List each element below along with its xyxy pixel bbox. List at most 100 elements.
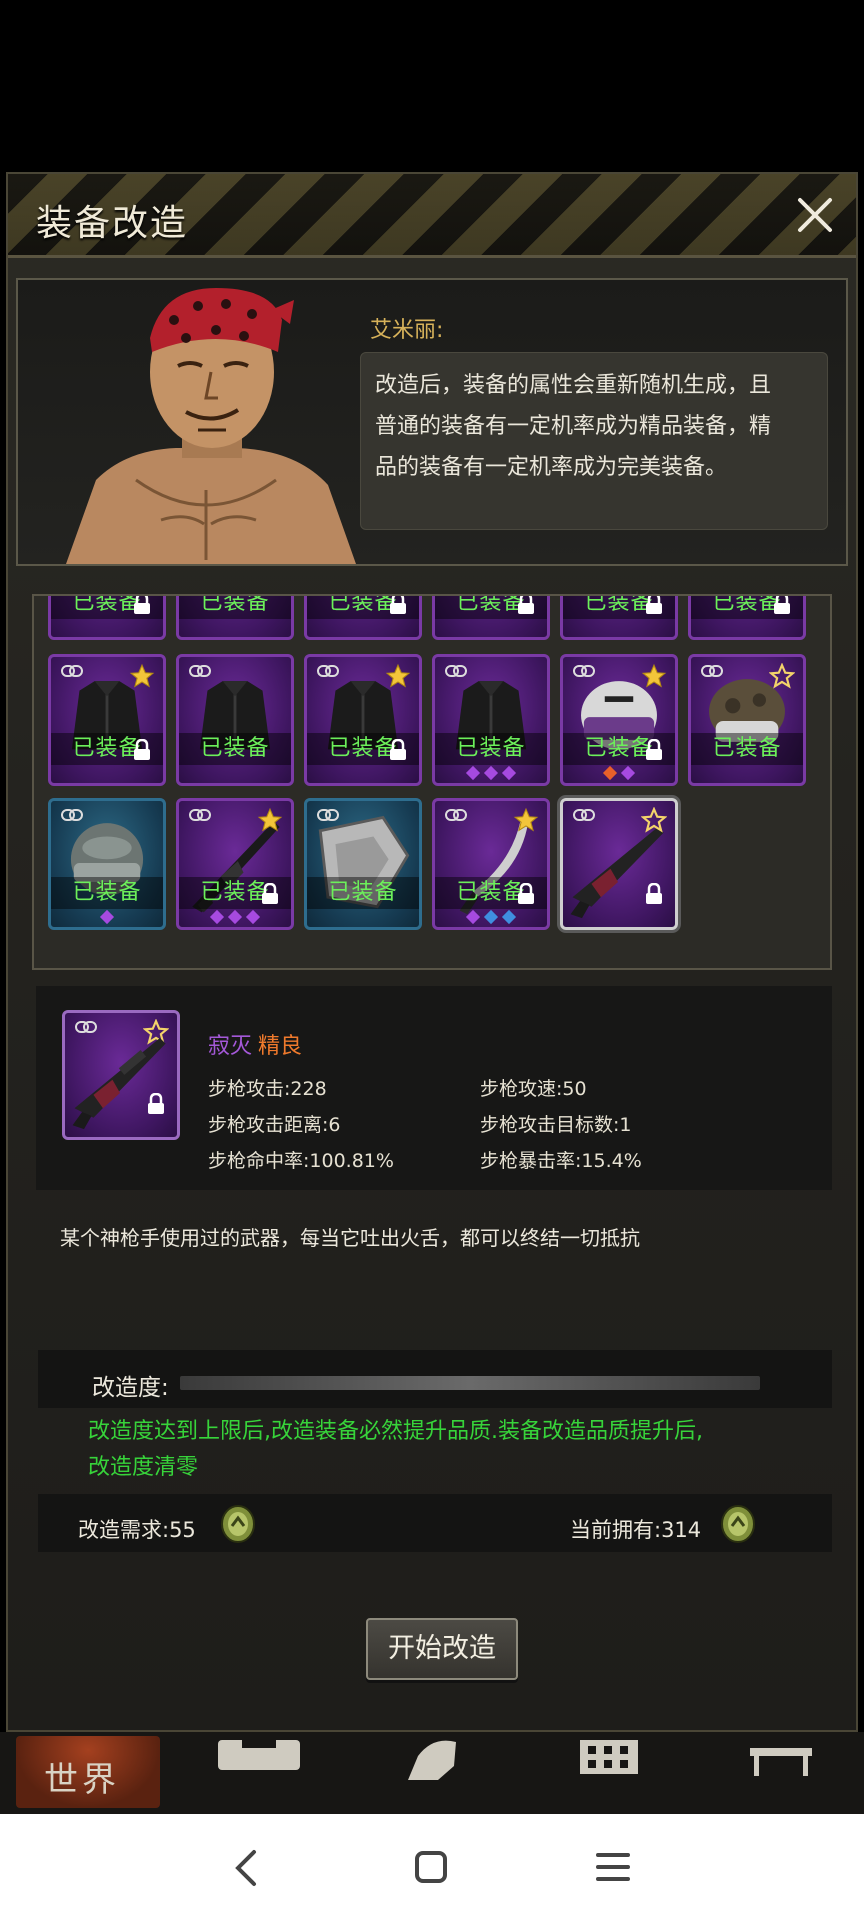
stat-accuracy: 步枪命中率:100.81% — [208, 1150, 394, 1172]
gem-icon — [465, 765, 481, 781]
progress-bar — [180, 1376, 760, 1390]
equipment-slot[interactable]: 已装备 — [176, 654, 294, 786]
lock-icon — [134, 596, 150, 614]
gem-icon — [227, 909, 243, 925]
equipped-label: 已装备 — [307, 877, 419, 909]
equipment-slot[interactable]: 已装备 — [48, 654, 166, 786]
character-icon[interactable] — [398, 1736, 468, 1780]
top-blank-area — [0, 0, 864, 170]
stat-targets: 步枪攻击目标数:1 — [480, 1114, 632, 1136]
equipped-label: 已装备 — [691, 733, 803, 765]
equipment-slot[interactable]: 已装备 — [176, 798, 294, 930]
lock-icon — [518, 596, 534, 614]
gem-sockets — [435, 909, 547, 925]
page-title: 装备改造 — [36, 203, 189, 244]
equipment-slot[interactable]: 已装备 — [304, 596, 422, 640]
gem-icon — [620, 765, 636, 781]
stat-speed: 步枪攻速:50 — [480, 1078, 587, 1100]
equipped-label: 已装备 — [51, 877, 163, 909]
gem-icon — [245, 909, 261, 925]
progress-label: 改造度: — [92, 1375, 169, 1401]
equipment-slot[interactable]: 已装备 — [304, 798, 422, 930]
equipment-slot[interactable]: 已装备 — [432, 596, 550, 640]
progress-note: 改造度达到上限后,改造装备必然提升品质.装备改造品质提升后,改造度清零 — [88, 1419, 703, 1480]
gem-sockets — [563, 765, 675, 781]
cost-required: 改造需求:55 — [78, 1518, 196, 1542]
npc-dialog: 艾米丽: 改造后，装备的属性会重新随机生成，且 普通的装备有一定机率成为精品装备… — [16, 278, 848, 566]
gem-icon — [602, 765, 618, 781]
equipped-label: 已装备 — [435, 733, 547, 765]
stat-range: 步枪攻击距离:6 — [208, 1114, 341, 1136]
equipment-slot[interactable]: 已装备 — [304, 654, 422, 786]
selected-item-thumb — [62, 1010, 180, 1140]
gem-icon — [483, 765, 499, 781]
equipped-label: 已装备 — [179, 596, 291, 619]
menu-icon[interactable] — [596, 1852, 630, 1882]
equipment-slot[interactable]: 已装备 — [432, 654, 550, 786]
lock-icon — [646, 883, 662, 904]
equipment-slot[interactable]: 已装备 — [48, 596, 166, 640]
nav-world-label: 世界 — [44, 1760, 120, 1800]
equipment-slot[interactable]: 已装备 — [432, 798, 550, 930]
gem-icon — [483, 909, 499, 925]
lock-icon — [390, 596, 406, 614]
equipment-slot[interactable]: 已装备 — [688, 654, 806, 786]
lock-icon — [646, 596, 662, 614]
equipment-grid[interactable]: 已装备 已装备 已装备 已装备 已装备 已装备 已装备 已装备 已装备 已装备 已装备 已装备 已装备已… — [32, 594, 832, 970]
close-icon — [798, 198, 832, 232]
equipment-slot[interactable]: 已装备 — [688, 596, 806, 640]
star-icon — [513, 807, 539, 832]
bag-icon[interactable] — [214, 1736, 304, 1778]
lock-icon — [148, 1093, 164, 1114]
gem-icon — [501, 765, 517, 781]
selected-item-slot — [62, 1010, 180, 1140]
star-icon — [641, 663, 667, 688]
equipment-slot[interactable] — [560, 798, 678, 930]
coin-icon — [221, 1505, 255, 1543]
item-quality: 精良 — [258, 1034, 303, 1059]
equipment-slot[interactable]: 已装备 — [48, 798, 166, 930]
gem-sockets — [51, 909, 163, 925]
star-icon — [257, 807, 283, 832]
gem-icon — [501, 909, 517, 925]
equipment-slot[interactable]: 已装备 — [176, 596, 294, 640]
coin-icon — [721, 1505, 755, 1543]
gem-sockets — [435, 765, 547, 781]
item-description: 某个神枪手使用过的武器，每当它吐出火舌，都可以终结一切抵抗 — [60, 1226, 640, 1250]
back-icon[interactable] — [232, 1848, 262, 1888]
lock-icon — [390, 739, 406, 760]
start-modify-button[interactable]: 开始改造 — [366, 1618, 518, 1680]
dialog-bubble: 改造后，装备的属性会重新随机生成，且 普通的装备有一定机率成为精品装备，精 品的… — [360, 352, 828, 530]
currency-owned: 当前拥有:314 — [570, 1518, 702, 1542]
building-icon[interactable] — [578, 1736, 640, 1780]
stat-attack: 步枪攻击:228 — [208, 1078, 327, 1100]
lock-icon — [134, 739, 150, 760]
item-name: 寂灭 精良 — [208, 1028, 302, 1060]
lock-icon — [518, 883, 534, 904]
star-outline-icon — [769, 663, 795, 689]
dialog-line: 改造后，装备的属性会重新随机生成，且 — [375, 373, 772, 398]
dialog-line: 品的装备有一定机率成为完美装备。 — [375, 455, 728, 480]
lock-icon — [262, 883, 278, 904]
stat-crit: 步枪暴击率:15.4% — [480, 1150, 642, 1172]
item-detail: 寂灭 精良 步枪攻击:228 步枪攻速:50 步枪攻击距离:6 步枪攻击目标数:1… — [36, 986, 832, 1190]
system-nav-bar — [0, 1814, 864, 1920]
lock-icon — [646, 739, 662, 760]
gem-icon — [465, 909, 481, 925]
star-icon — [385, 663, 411, 688]
speaker-name: 艾米丽: — [370, 318, 444, 343]
npc-portrait — [66, 288, 356, 564]
lock-icon — [774, 596, 790, 614]
close-button[interactable] — [788, 188, 842, 242]
workbench-icon[interactable] — [748, 1742, 814, 1778]
equipment-slot[interactable]: 已装备 — [560, 654, 678, 786]
star-icon — [129, 663, 155, 688]
gem-icon — [209, 909, 225, 925]
gem-sockets — [179, 909, 291, 925]
equipment-slot[interactable]: 已装备 — [560, 596, 678, 640]
item-name-text: 寂灭 — [208, 1034, 253, 1059]
equipped-label: 已装备 — [179, 733, 291, 765]
sniper-rifle-icon — [72, 1037, 166, 1130]
home-icon[interactable] — [414, 1850, 448, 1884]
gem-icon — [99, 909, 115, 925]
